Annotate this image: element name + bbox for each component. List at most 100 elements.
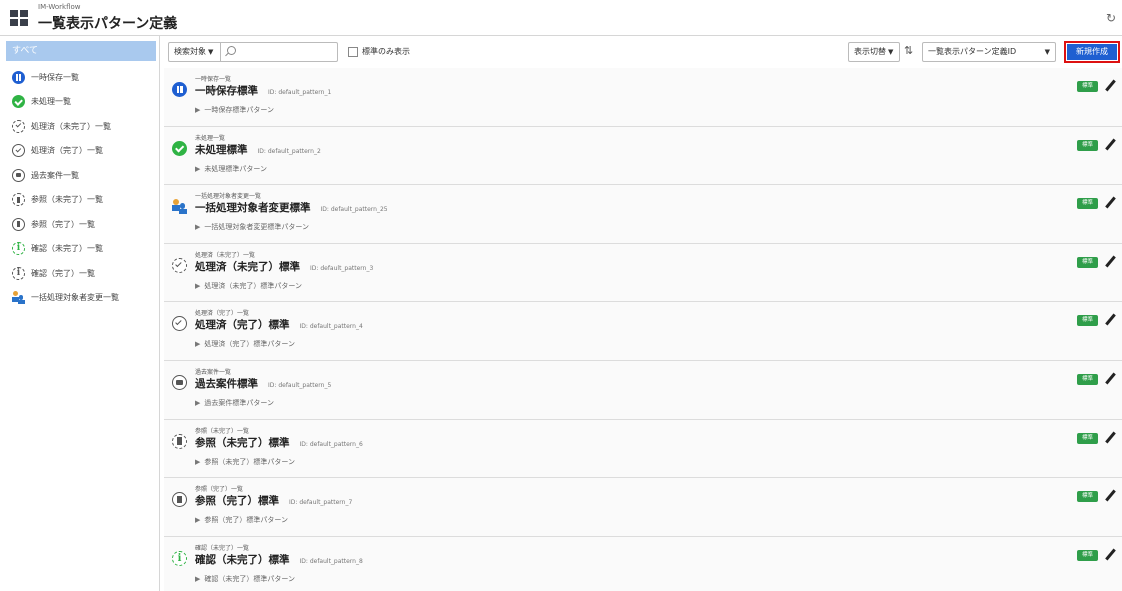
standard-only-label: 標準のみ表示: [362, 47, 410, 56]
item-description-toggle[interactable]: ▶ 処理済（完了）標準パターン: [195, 339, 295, 349]
item-description-toggle[interactable]: ▶ 一時保存標準パターン: [195, 105, 274, 115]
edit-icon[interactable]: [1104, 138, 1116, 152]
new-create-button[interactable]: 新規作成: [1064, 41, 1120, 63]
list-item[interactable]: 一括処理対象者変更一覧 一括処理対象者変更標準 ID: default_patte…: [164, 185, 1122, 244]
item-description: 一時保存標準パターン: [204, 106, 275, 114]
sidebar-item-confirm-complete[interactable]: i 確認（完了）一覧: [0, 261, 159, 286]
item-category: 処理済（未完了）一覧: [195, 251, 256, 259]
edit-icon[interactable]: [1104, 372, 1116, 386]
item-title-text: 一時保存標準: [195, 85, 258, 97]
edit-icon[interactable]: [1104, 431, 1116, 445]
view-switch-select[interactable]: 表示切替 ▼: [848, 42, 900, 62]
list-item[interactable]: 参照（完了）一覧 参照（完了）標準 ID: default_pattern_7 ▶…: [164, 478, 1122, 537]
sidebar-item-confirm-incomplete[interactable]: i 確認（未完了）一覧: [0, 237, 159, 262]
item-title-text: 処理済（未完了）標準: [195, 260, 300, 273]
standard-badge: 標準: [1077, 139, 1098, 151]
dashed-check-circle-icon: [12, 119, 25, 133]
sidebar-item-bulk-change[interactable]: 一括処理対象者変更一覧: [0, 286, 159, 311]
sidebar-item-label: 未処理一覧: [31, 97, 71, 107]
edit-icon[interactable]: [1104, 313, 1116, 327]
item-id: ID: default_pattern_2: [257, 147, 321, 155]
search-input[interactable]: [241, 45, 335, 59]
document-circle-icon: [172, 492, 187, 508]
view-switch-label: 表示切替: [854, 47, 886, 56]
edit-icon[interactable]: [1104, 196, 1116, 210]
check-circle-icon: [172, 140, 187, 156]
info-circle-icon: i: [12, 266, 25, 280]
list-item[interactable]: 処理済（完了）一覧 処理済（完了）標準 ID: default_pattern_4…: [164, 302, 1122, 361]
sort-order-icon[interactable]: ⇅: [904, 44, 918, 58]
refresh-icon[interactable]: ↻: [1106, 11, 1116, 25]
checkbox-box[interactable]: [348, 46, 358, 57]
expand-triangle-icon: ▶: [195, 398, 201, 407]
standard-badge: 標準: [1077, 198, 1098, 210]
list-item[interactable]: 処理済（未完了）一覧 処理済（未完了）標準 ID: default_pattern…: [164, 243, 1122, 303]
search-type-select[interactable]: 検索対象 ▼: [169, 43, 221, 61]
edit-icon[interactable]: [1104, 548, 1116, 562]
list-item[interactable]: 過去案件一覧 過去案件標準 ID: default_pattern_5 ▶ 過去案件…: [164, 360, 1122, 420]
sidebar-item-label: 参照（完了）一覧: [31, 219, 95, 229]
item-title-text: 一括処理対象者変更標準: [195, 202, 311, 215]
item-category: 未処理一覧: [195, 134, 226, 142]
expand-triangle-icon: ▶: [195, 106, 201, 114]
item-title: 過去案件標準 ID: default_pattern_5: [195, 376, 331, 391]
item-category: 一括処理対象者変更一覧: [195, 193, 262, 201]
sidebar-item-label: 処理済（未完了）一覧: [31, 121, 111, 131]
standard-badge: 標準: [1077, 432, 1098, 444]
item-description-toggle[interactable]: ▶ 処理済（未完了）標準パターン: [195, 281, 302, 291]
item-description-toggle[interactable]: ▶ 一括処理対象者変更標準パターン: [195, 222, 309, 232]
item-description-toggle[interactable]: ▶ 参照（未完了）標準パターン: [195, 457, 295, 467]
sidebar-item-all[interactable]: すべて: [6, 41, 156, 61]
sidebar-item-past-cases[interactable]: 過去案件一覧: [0, 163, 159, 188]
edit-icon[interactable]: [1104, 79, 1116, 93]
list-item[interactable]: 参照（未完了）一覧 参照（未完了）標準 ID: default_pattern_6…: [164, 419, 1122, 479]
new-create-label: 新規作成: [1067, 44, 1117, 60]
chevron-down-icon: ▼: [208, 48, 214, 56]
sidebar-item-temp-saved[interactable]: 一時保存一覧: [0, 65, 159, 90]
item-title: 未処理標準 ID: default_pattern_2: [195, 142, 321, 157]
item-description: 参照（未完了）標準パターン: [204, 457, 296, 466]
expand-triangle-icon: ▶: [195, 164, 201, 173]
item-title: 確認（未完了）標準 ID: default_pattern_8: [195, 552, 363, 567]
dashed-document-circle-icon: [12, 193, 25, 207]
sidebar-item-unprocessed[interactable]: 未処理一覧: [0, 90, 159, 115]
list-item[interactable]: 一時保存一覧 一時保存標準 ID: default_pattern_1 ▶ 一時保存…: [164, 68, 1122, 127]
item-description: 過去案件標準パターン: [204, 398, 275, 407]
pause-circle-icon: [172, 82, 187, 97]
item-title: 一括処理対象者変更標準 ID: default_pattern_25: [195, 200, 388, 215]
search-icon: [227, 46, 236, 55]
sidebar-item-label: 処理済（完了）一覧: [31, 146, 103, 156]
sidebar-item-label: 過去案件一覧: [31, 170, 79, 180]
edit-icon[interactable]: [1104, 255, 1116, 269]
sidebar-item-processed-incomplete[interactable]: 処理済（未完了）一覧: [0, 114, 159, 139]
chevron-down-icon: ▼: [888, 48, 894, 56]
item-id: ID: default_pattern_1: [268, 89, 332, 96]
item-description-toggle[interactable]: ▶ 未処理標準パターン: [195, 164, 267, 174]
sidebar-item-processed-complete[interactable]: 処理済（完了）一覧: [0, 139, 159, 164]
item-description-toggle[interactable]: ▶ 過去案件標準パターン: [195, 398, 274, 408]
edit-icon[interactable]: [1104, 489, 1116, 503]
sidebar-item-reference-complete[interactable]: 参照（完了）一覧: [0, 212, 159, 237]
chevron-down-icon: ▼: [1044, 48, 1050, 56]
item-description: 処理済（完了）標準パターン: [204, 340, 296, 349]
item-id: ID: default_pattern_6: [299, 440, 363, 448]
item-description-toggle[interactable]: ▶ 参照（完了）標準パターン: [195, 515, 288, 525]
app-header: IM-Workflow 一覧表示パターン定義 ↻: [0, 0, 1122, 36]
list-item[interactable]: 未処理一覧 未処理標準 ID: default_pattern_2 ▶ 未処理標準パ…: [164, 126, 1122, 186]
item-description-toggle[interactable]: ▶ 確認（未完了）標準パターン: [195, 574, 295, 584]
expand-triangle-icon: ▶: [195, 516, 201, 525]
sort-field-label: 一覧表示パターン定義ID: [928, 47, 1017, 56]
sort-field-select[interactable]: 一覧表示パターン定義ID ▼: [922, 42, 1056, 62]
standard-only-checkbox[interactable]: 標準のみ表示: [348, 46, 410, 57]
sidebar-item-reference-incomplete[interactable]: 参照（未完了）一覧: [0, 188, 159, 213]
toolbar: 検索対象 ▼ 標準のみ表示 表示切替 ▼ ⇅ 一覧表示パターン定義ID ▼ 新規作成: [168, 41, 1122, 63]
app-grid-icon: [10, 10, 28, 26]
dashed-check-circle-icon: [172, 257, 187, 273]
list-item[interactable]: i 確認（未完了）一覧 確認（未完了）標準 ID: default_pattern…: [164, 536, 1122, 591]
item-id: ID: default_pattern_7: [289, 499, 353, 507]
sidebar-item-label: 一括処理対象者変更一覧: [31, 293, 119, 303]
item-title-text: 参照（完了）標準: [195, 495, 279, 508]
dashed-info-circle-icon: i: [172, 550, 187, 566]
standard-badge: 標準: [1077, 549, 1098, 561]
sidebar-item-label: 確認（未完了）一覧: [31, 244, 103, 254]
